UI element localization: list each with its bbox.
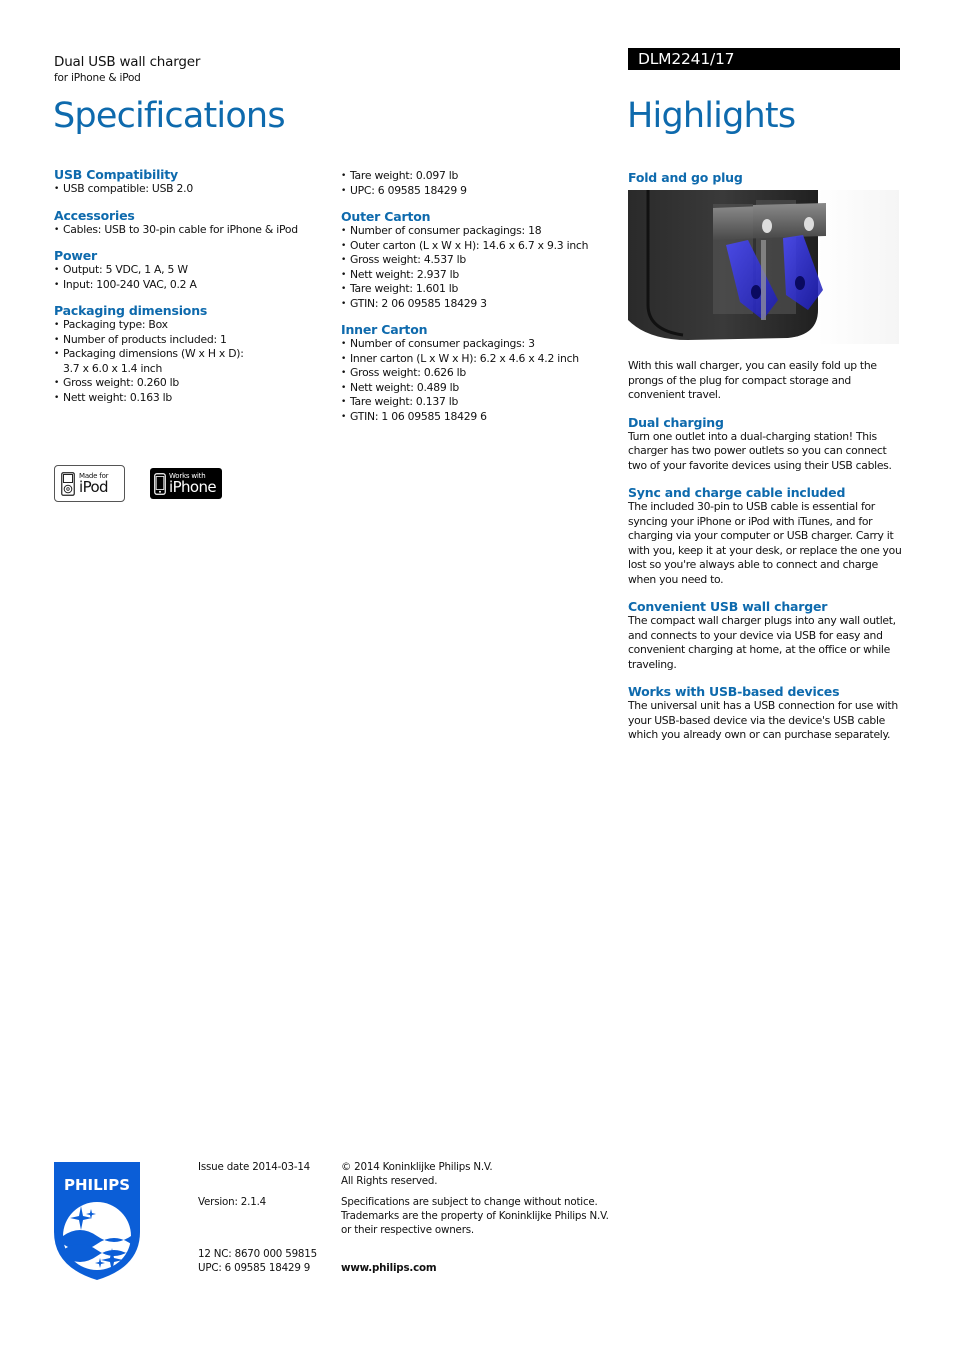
notice-line-2: Trademarks are the property of Koninklij…	[341, 1210, 609, 1222]
spec-item: Number of consumer packagings: 3	[341, 337, 621, 352]
issue-date: Issue date 2014-03-14	[198, 1161, 311, 1173]
spec-item: GTIN: 2 06 09585 18429 3	[341, 297, 621, 312]
spec-item: Output: 5 VDC, 1 A, 5 W	[54, 263, 334, 278]
copyright-line-1: © 2014 Koninklijke Philips N.V.	[341, 1161, 493, 1173]
spec-item: Packaging dimensions (W x H x D):	[54, 347, 334, 362]
highlights-column: Fold and go plug With this wall charger,…	[628, 170, 903, 755]
made-for-ipod-badge: Made for iPod	[54, 465, 125, 502]
spec-item: Tare weight: 1.601 lb	[341, 282, 621, 297]
spec-item: USB compatible: USB 2.0	[54, 182, 334, 197]
product-name: Dual USB wall charger	[54, 54, 201, 70]
specs-column-2: Tare weight: 0.097 lb UPC: 6 09585 18429…	[341, 169, 621, 435]
website-link[interactable]: www.philips.com	[341, 1261, 437, 1275]
highlight-text: The compact wall charger plugs into any …	[628, 614, 896, 671]
highlight-works-with-usb-devices: Works with USB-based devices The univers…	[628, 684, 903, 743]
notice-line-3: or their respective owners.	[341, 1224, 474, 1236]
spec-item: Nett weight: 0.489 lb	[341, 381, 621, 396]
spec-item: Number of consumer packagings: 18	[341, 224, 621, 239]
spec-section-heading: USB Compatibility	[54, 167, 178, 182]
compatibility-badges: Made for iPod Works with iPhone	[54, 465, 222, 502]
upc-code: UPC: 6 09585 18429 9	[198, 1262, 311, 1274]
twelve-nc: 12 NC: 8670 000 59815	[198, 1248, 317, 1260]
spec-item: UPC: 6 09585 18429 9	[341, 184, 621, 199]
spec-section-inner-carton: Inner Carton Number of consumer packagin…	[341, 322, 621, 424]
spec-item: Nett weight: 2.937 lb	[341, 268, 621, 283]
spec-item: Gross weight: 0.260 lb	[54, 376, 334, 391]
spec-section-heading: Power	[54, 248, 97, 263]
charger-plug-illustration	[628, 190, 826, 340]
highlight-heading: Sync and charge cable included	[628, 485, 846, 500]
spec-item: Nett weight: 0.163 lb	[54, 391, 334, 406]
product-subtitle: for iPhone & iPod	[54, 72, 141, 84]
spec-section-usb-compatibility: USB Compatibility USB compatible: USB 2.…	[54, 167, 334, 197]
product-image-fold-plug	[628, 190, 899, 344]
spec-section-heading: Accessories	[54, 207, 135, 223]
highlight-heading: Fold and go plug	[628, 170, 743, 185]
spec-section-power: Power Output: 5 VDC, 1 A, 5 W Input: 100…	[54, 248, 334, 292]
iphone-icon	[154, 472, 166, 495]
highlight-heading: Works with USB-based devices	[628, 684, 840, 699]
highlight-heading: Convenient USB wall charger	[628, 599, 828, 614]
philips-wordmark: PHILIPS	[64, 1176, 130, 1194]
highlight-text: The universal unit has a USB connection …	[628, 699, 898, 741]
spec-item: Gross weight: 0.626 lb	[341, 366, 621, 381]
highlight-heading: Dual charging	[628, 414, 724, 430]
spec-section-accessories: Accessories Cables: USB to 30-pin cable …	[54, 208, 334, 238]
highlight-sync-and-charge-cable: Sync and charge cable included The inclu…	[628, 485, 903, 587]
spec-item-continuation: 3.7 x 6.0 x 1.4 inch	[63, 361, 163, 375]
ipod-icon	[61, 471, 75, 496]
model-number-bar: DLM2241/17	[628, 48, 900, 70]
spec-section-heading: Inner Carton	[341, 322, 428, 337]
spec-section-outer-carton: Outer Carton Number of consumer packagin…	[341, 209, 621, 311]
spec-item: Input: 100-240 VAC, 0.2 A	[54, 278, 334, 293]
notice-line-1: Specifications are subject to change wit…	[341, 1196, 598, 1208]
highlight-convenient-usb-wall-charger: Convenient USB wall charger The compact …	[628, 599, 903, 672]
philips-shield-logo: PHILIPS	[54, 1162, 140, 1280]
works-with-iphone-badge: Works with iPhone	[150, 468, 222, 499]
spec-item: Tare weight: 0.097 lb	[341, 169, 621, 184]
spec-item: Tare weight: 0.137 lb	[341, 395, 621, 410]
highlights-title: Highlights	[627, 96, 796, 136]
spec-section-heading: Packaging dimensions	[54, 303, 208, 318]
highlight-fold-and-go-plug: Fold and go plug With this wall charger,…	[628, 170, 903, 403]
specifications-title: Specifications	[53, 96, 286, 136]
spec-section-packaging-continued: Tare weight: 0.097 lb UPC: 6 09585 18429…	[341, 169, 621, 198]
badge-big-text: iPod	[79, 477, 109, 496]
copyright-line-2: All Rights reserved.	[341, 1175, 438, 1187]
spec-item: Cables: USB to 30-pin cable for iPhone &…	[54, 223, 334, 238]
spec-item: Gross weight: 4.537 lb	[341, 253, 621, 268]
spec-item: Packaging type: Box	[54, 318, 334, 333]
spec-item: Number of products included: 1	[54, 333, 334, 348]
highlight-text: Turn one outlet into a dual-charging sta…	[628, 429, 892, 472]
highlight-text: With this wall charger, you can easily f…	[628, 359, 877, 401]
model-number: DLM2241/17	[638, 50, 735, 68]
spec-section-heading: Outer Carton	[341, 209, 431, 224]
spec-item: Inner carton (L x W x H): 6.2 x 4.6 x 4.…	[341, 352, 621, 367]
spec-item: Outer carton (L x W x H): 14.6 x 6.7 x 9…	[341, 239, 621, 254]
highlight-text: The included 30-pin to USB cable is esse…	[628, 500, 902, 586]
badge-big-text: iPhone	[169, 477, 217, 496]
spec-section-packaging-dimensions: Packaging dimensions Packaging type: Box…	[54, 303, 334, 405]
highlight-dual-charging: Dual charging Turn one outlet into a dua…	[628, 415, 903, 474]
specs-column-1: USB Compatibility USB compatible: USB 2.…	[54, 167, 334, 416]
spec-item: GTIN: 1 06 09585 18429 6	[341, 410, 621, 425]
version: Version: 2.1.4	[198, 1196, 267, 1208]
